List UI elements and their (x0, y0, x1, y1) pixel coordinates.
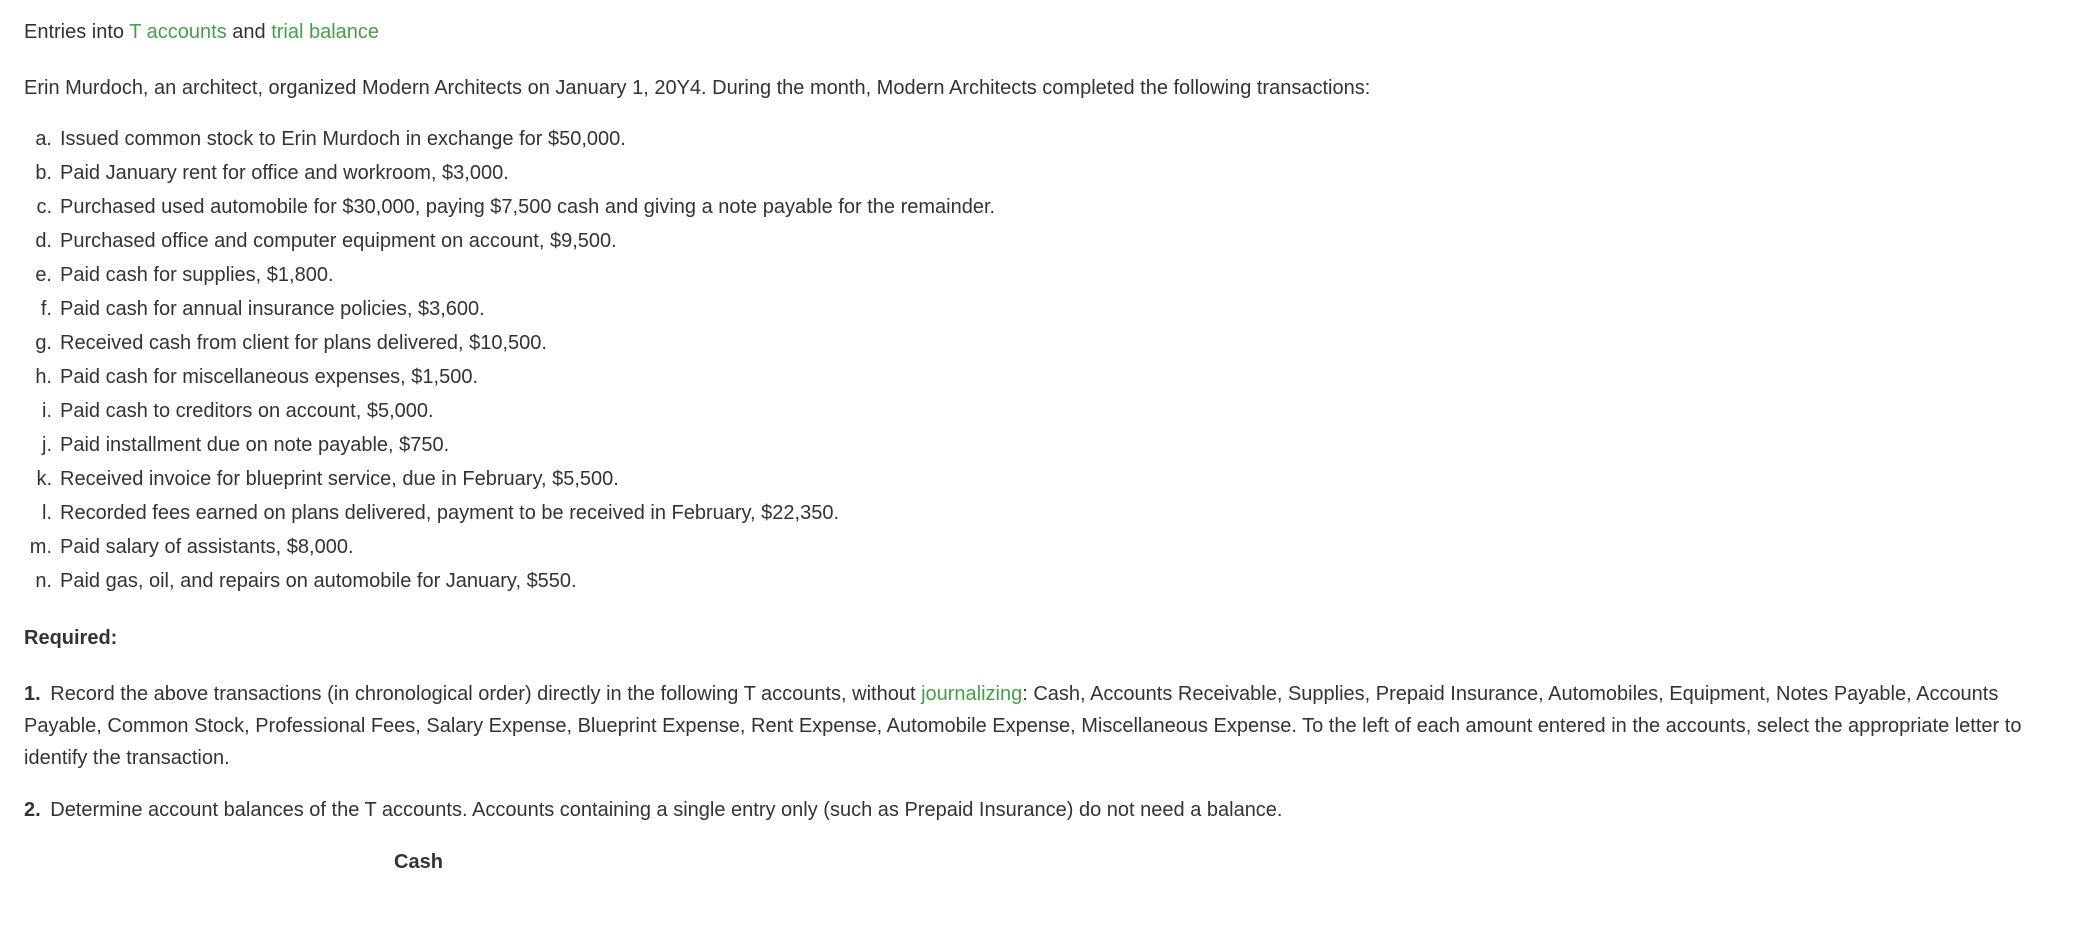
item-text: Received invoice for blueprint service, … (60, 468, 619, 490)
list-item: n. Paid gas, oil, and repairs on automobi… (24, 564, 2060, 598)
list-item: j. Paid installment due on note payable, … (24, 428, 2060, 462)
req-text-before: Record the above transactions (in chrono… (45, 683, 921, 705)
list-item: c. Purchased used automobile for $30,000,… (24, 190, 2060, 224)
list-item: f. Paid cash for annual insurance policie… (24, 292, 2060, 326)
item-marker: b. (24, 156, 52, 190)
item-marker: a. (24, 122, 52, 156)
req-number: 2. (24, 799, 41, 821)
item-text: Recorded fees earned on plans delivered,… (60, 502, 839, 524)
list-item: l. Recorded fees earned on plans delivere… (24, 496, 2060, 530)
item-text: Purchased office and computer equipment … (60, 230, 617, 252)
req-number: 1. (24, 683, 41, 705)
item-text: Purchased used automobile for $30,000, p… (60, 196, 995, 218)
item-text: Paid installment due on note payable, $7… (60, 434, 449, 456)
list-item: d. Purchased office and computer equipmen… (24, 224, 2060, 258)
item-marker: n. (24, 564, 52, 598)
item-marker: j. (24, 428, 52, 462)
item-marker: c. (24, 190, 52, 224)
item-text: Paid salary of assistants, $8,000. (60, 536, 354, 558)
req-text: Determine account balances of the T acco… (45, 799, 1283, 821)
journalizing-link[interactable]: journalizing (921, 683, 1022, 705)
list-item: a. Issued common stock to Erin Murdoch in… (24, 122, 2060, 156)
item-text: Paid cash for miscellaneous expenses, $1… (60, 366, 478, 388)
item-text: Issued common stock to Erin Murdoch in e… (60, 128, 626, 150)
item-marker: h. (24, 360, 52, 394)
item-marker: m. (24, 530, 52, 564)
list-item: m. Paid salary of assistants, $8,000. (24, 530, 2060, 564)
list-item: b. Paid January rent for office and workr… (24, 156, 2060, 190)
item-marker: e. (24, 258, 52, 292)
page-title: Entries into T accounts and trial balanc… (24, 16, 2060, 48)
item-text: Received cash from client for plans deli… (60, 332, 547, 354)
intro-paragraph: Erin Murdoch, an architect, organized Mo… (24, 72, 2060, 104)
item-marker: d. (24, 224, 52, 258)
transaction-list: a. Issued common stock to Erin Murdoch in… (24, 122, 2060, 598)
title-mid: and (227, 21, 271, 43)
item-marker: l. (24, 496, 52, 530)
list-item: e. Paid cash for supplies, $1,800. (24, 258, 2060, 292)
item-text: Paid cash for supplies, $1,800. (60, 264, 334, 286)
t-accounts-link[interactable]: T accounts (129, 21, 226, 43)
required-heading: Required: (24, 622, 2060, 654)
item-text: Paid January rent for office and workroo… (60, 162, 509, 184)
title-prefix: Entries into (24, 21, 129, 43)
requirement-1: 1. Record the above transactions (in chr… (24, 678, 2060, 774)
item-text: Paid cash for annual insurance policies,… (60, 298, 485, 320)
item-marker: f. (24, 292, 52, 326)
item-text: Paid cash to creditors on account, $5,00… (60, 400, 434, 422)
item-marker: k. (24, 462, 52, 496)
list-item: g. Received cash from client for plans de… (24, 326, 2060, 360)
list-item: k. Received invoice for blueprint service… (24, 462, 2060, 496)
item-marker: i. (24, 394, 52, 428)
item-text: Paid gas, oil, and repairs on automobile… (60, 570, 577, 592)
requirement-2: 2. Determine account balances of the T a… (24, 794, 2060, 826)
list-item: h. Paid cash for miscellaneous expenses, … (24, 360, 2060, 394)
trial-balance-link[interactable]: trial balance (271, 21, 379, 43)
item-marker: g. (24, 326, 52, 360)
list-item: i. Paid cash to creditors on account, $5,… (24, 394, 2060, 428)
cash-account-header: Cash (394, 846, 2060, 878)
